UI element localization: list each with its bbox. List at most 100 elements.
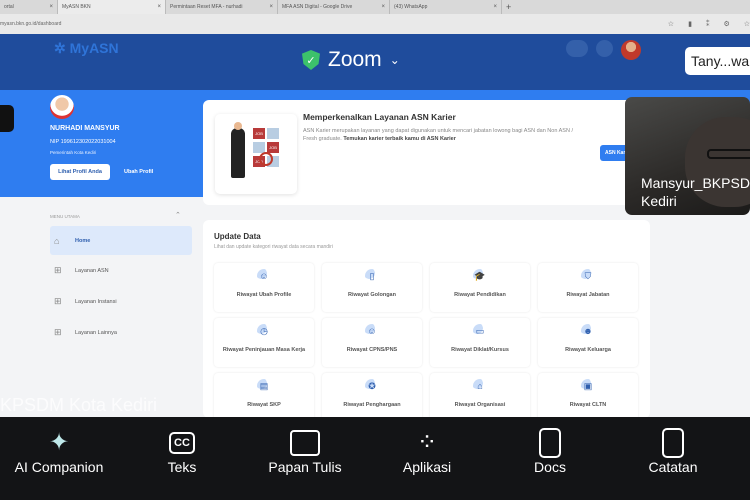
cc-icon: CC [169, 427, 195, 459]
profile-name: NURHADI MANSYUR [50, 125, 120, 132]
promo-title: Memperkenalkan Layanan ASN Karier [303, 112, 456, 122]
tile-label: Riwayat Pendidikan [454, 292, 506, 298]
job-search-illustration: JOB JOB JOB [215, 114, 297, 194]
update-tile[interactable]: ☻ Riwayat Keluarga [538, 318, 638, 367]
apps-icon: ⁘ [416, 429, 438, 456]
promo-description: ASN Karier merupakan layanan yang dapat … [303, 128, 573, 142]
grid-icon: ⊞ [54, 327, 62, 337]
caption-text: KPSDM Kota Kediri [0, 395, 158, 415]
bookmark-icon[interactable]: ☆ [744, 20, 750, 28]
notes-button[interactable]: Catatan [618, 427, 728, 475]
sidebar-item-home[interactable]: ⌂ Home [50, 226, 192, 255]
settings-icon[interactable]: ⚙ [723, 20, 729, 28]
tile-label: Riwayat Diklat/Kursus [451, 347, 509, 353]
docs-icon [539, 427, 561, 459]
sidebar-item-layanan-asn[interactable]: ⊞ Layanan ASN [50, 256, 192, 285]
whiteboard-button[interactable]: Papan Tulis [250, 427, 360, 475]
ai-companion-button[interactable]: ✦ AI Companion [4, 427, 114, 475]
tile-label: Riwayat Golongan [348, 292, 396, 298]
update-tile[interactable]: 🎓 Riwayat Pendidikan [430, 263, 530, 312]
presentation-icon: ▭ [473, 324, 487, 338]
update-tile[interactable]: ▣ Riwayat CLTN [538, 373, 638, 422]
update-tile[interactable]: ☺ Riwayat CPNS/PNS [322, 318, 422, 367]
update-tile[interactable]: ⛉ Riwayat Jabatan [538, 263, 638, 312]
tile-label: Riwayat Keluarga [565, 347, 611, 353]
clipboard-icon: ▤ [257, 379, 271, 393]
briefcase-icon: ▣ [581, 379, 595, 393]
apps-button[interactable]: ⁘ Aplikasi [372, 427, 482, 475]
browser-tab[interactable]: ortal × [0, 0, 58, 14]
close-icon[interactable]: × [493, 4, 497, 10]
update-tile[interactable]: ◷ Riwayat Peninjauan Masa Kerja [214, 318, 314, 367]
close-icon[interactable]: × [269, 4, 273, 10]
document-icon: ▯ [365, 269, 379, 283]
puzzle-icon[interactable]: ⁑ [706, 20, 710, 28]
clock-icon: ◷ [257, 324, 271, 338]
update-data-subtitle: Lihat dan update kategori riwayat data s… [214, 244, 333, 250]
extension-icon[interactable]: ▮ [688, 20, 692, 28]
chevron-up-icon[interactable]: ⌃ [175, 211, 181, 219]
app-header: ✲ MyASN ✓ Zoom ⌄ Tany...wal [0, 34, 750, 90]
participant-name: Mansyur_BKPSDM Kediri [641, 175, 750, 209]
update-tile[interactable]: ✪ Riwayat Penghargaan [322, 373, 422, 422]
browser-tab[interactable]: MFA ASN Digital - Google Drive × [278, 0, 390, 14]
tile-label: Riwayat Peninjauan Masa Kerja [222, 347, 306, 353]
profile-nip: NIP 199612302022031004 [50, 139, 116, 145]
browser-tab-active[interactable]: MyASN BKN × [58, 0, 166, 14]
grid-icon: ⊞ [54, 265, 62, 275]
header-avatar[interactable] [621, 40, 641, 60]
update-tile[interactable]: ▯ Riwayat Golongan [322, 263, 422, 312]
ask-button[interactable]: Tany...wal [685, 47, 750, 75]
notes-icon [662, 427, 684, 459]
sidebar-item-layanan-instansi[interactable]: ⊞ Layanan Instansi [50, 287, 192, 316]
avatar [50, 95, 74, 119]
sparkle-icon: ✦ [48, 429, 70, 456]
profile-instansi: Pemerintah Kota Kediri [50, 150, 97, 155]
close-icon[interactable]: × [49, 4, 53, 10]
tile-label: Riwayat Ubah Profile [236, 292, 292, 298]
chevron-down-icon: ⌄ [389, 53, 400, 67]
update-tile[interactable]: ▤ Riwayat SKP [214, 373, 314, 422]
badge-icon: ⛉ [581, 269, 595, 283]
sidebar-app-icon[interactable] [0, 105, 14, 132]
award-icon: ✪ [365, 379, 379, 393]
tile-label: Riwayat Jabatan [566, 292, 610, 298]
browser-tab[interactable]: Permintaan Reset MFA - nurhadi × [166, 0, 278, 14]
language-icon[interactable] [566, 40, 588, 57]
asn-karier-card: JOB JOB JOB Memperkenalkan Layanan ASN K… [203, 100, 650, 205]
view-profile-button[interactable]: Lihat Profil Anda [50, 164, 110, 180]
url-text: myasn.bkn.go.id/dashboard [0, 21, 62, 27]
grid-icon: ⊞ [54, 296, 62, 306]
shield-check-icon: ✓ [302, 50, 320, 70]
zoom-meeting-menu[interactable]: ✓ Zoom ⌄ [302, 48, 400, 72]
tile-label: Riwayat Organisasi [454, 402, 506, 408]
docs-button[interactable]: Docs [495, 427, 605, 475]
zoom-toolbar: ✦ AI Companion CC Teks Papan Tulis ⁘ Aplika… [0, 417, 750, 500]
family-icon: ☻ [581, 324, 595, 338]
graduation-cap-icon: 🎓 [473, 269, 487, 283]
update-data-card: Update Data Lihat dan update kategori ri… [203, 220, 650, 422]
tile-label: Riwayat SKP [247, 402, 281, 408]
star-icon[interactable]: ☆ [668, 20, 674, 28]
browser-tab-bar: ortal × MyASN BKN × Permintaan Reset MFA -… [0, 0, 750, 14]
update-tile[interactable]: ⌂ Riwayat Organisasi [430, 373, 530, 422]
organization-icon: ⌂ [473, 379, 487, 393]
sidebar-item-layanan-lainnya[interactable]: ⊞ Layanan Lainnya [50, 318, 192, 347]
address-bar[interactable]: myasn.bkn.go.id/dashboard ☆ ▮ ⁑ ⚙ ☆ [0, 14, 750, 34]
tile-label: Riwayat CPNS/PNS [346, 347, 398, 353]
update-tile[interactable]: ☺ Riwayat Ubah Profile [214, 263, 314, 312]
tile-label: Riwayat CLTN [569, 402, 607, 408]
tile-label: Riwayat Penghargaan [343, 402, 401, 408]
new-tab-button[interactable]: + [502, 0, 515, 14]
captions-button[interactable]: CC Teks [127, 427, 237, 475]
whiteboard-icon [290, 427, 320, 459]
close-icon[interactable]: × [157, 4, 161, 10]
edit-profile-button[interactable]: Ubah Profil [124, 164, 153, 180]
participant-video[interactable]: Mansyur_BKPSDM Kediri [625, 97, 750, 215]
myasn-logo[interactable]: ✲ MyASN [54, 40, 119, 57]
bell-icon[interactable] [596, 40, 613, 57]
menu-heading: MENU UTAMA [50, 214, 80, 219]
update-tile[interactable]: ▭ Riwayat Diklat/Kursus [430, 318, 530, 367]
browser-tab[interactable]: (43) WhatsApp × [390, 0, 502, 14]
close-icon[interactable]: × [381, 4, 385, 10]
